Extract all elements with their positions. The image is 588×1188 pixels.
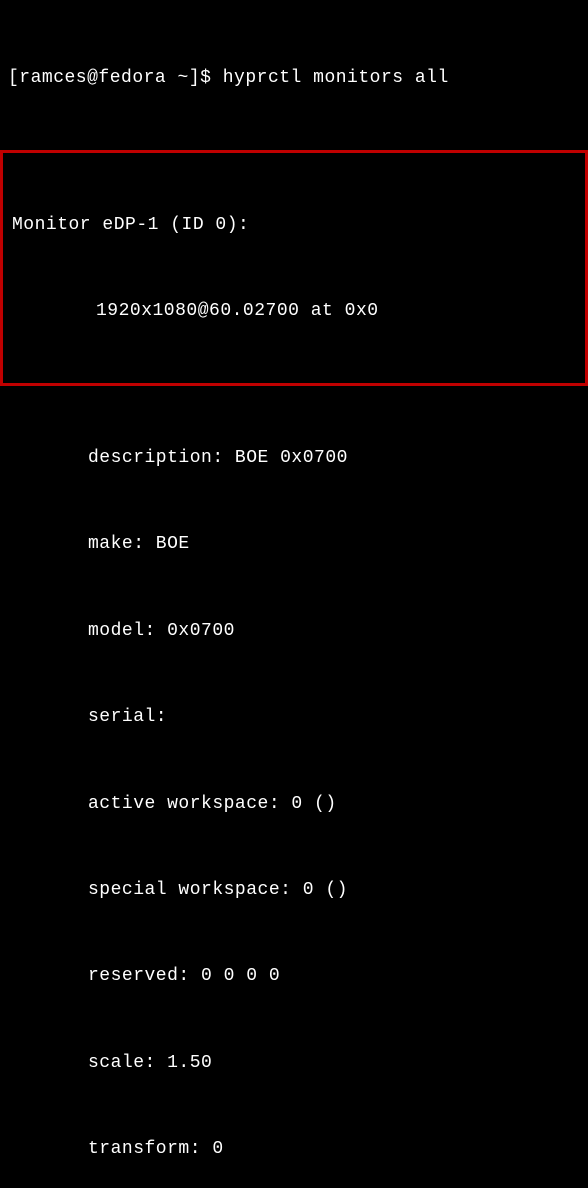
- highlight-monitor-info: Monitor eDP-1 (ID 0): 1920x1080@60.02700…: [0, 150, 588, 386]
- transform-line: transform: 0: [0, 1135, 588, 1164]
- command-text: hyprctl monitors all: [223, 68, 449, 88]
- special-workspace-line: special workspace: 0 (): [0, 876, 588, 905]
- command-line: [ramces@fedora ~]$ hyprctl monitors all: [0, 64, 588, 93]
- reserved-line: reserved: 0 0 0 0: [0, 962, 588, 991]
- monitor-header: Monitor eDP-1 (ID 0):: [8, 211, 580, 240]
- terminal-output: [ramces@fedora ~]$ hyprctl monitors all …: [0, 6, 588, 1188]
- resolution-line: 1920x1080@60.02700 at 0x0: [8, 297, 580, 326]
- description-line: description: BOE 0x0700: [0, 444, 588, 473]
- serial-line: serial:: [0, 703, 588, 732]
- scale-line: scale: 1.50: [0, 1049, 588, 1078]
- make-line: make: BOE: [0, 530, 588, 559]
- model-line: model: 0x0700: [0, 617, 588, 646]
- active-workspace-line: active workspace: 0 (): [0, 790, 588, 819]
- shell-prompt: [ramces@fedora ~]$: [8, 68, 223, 88]
